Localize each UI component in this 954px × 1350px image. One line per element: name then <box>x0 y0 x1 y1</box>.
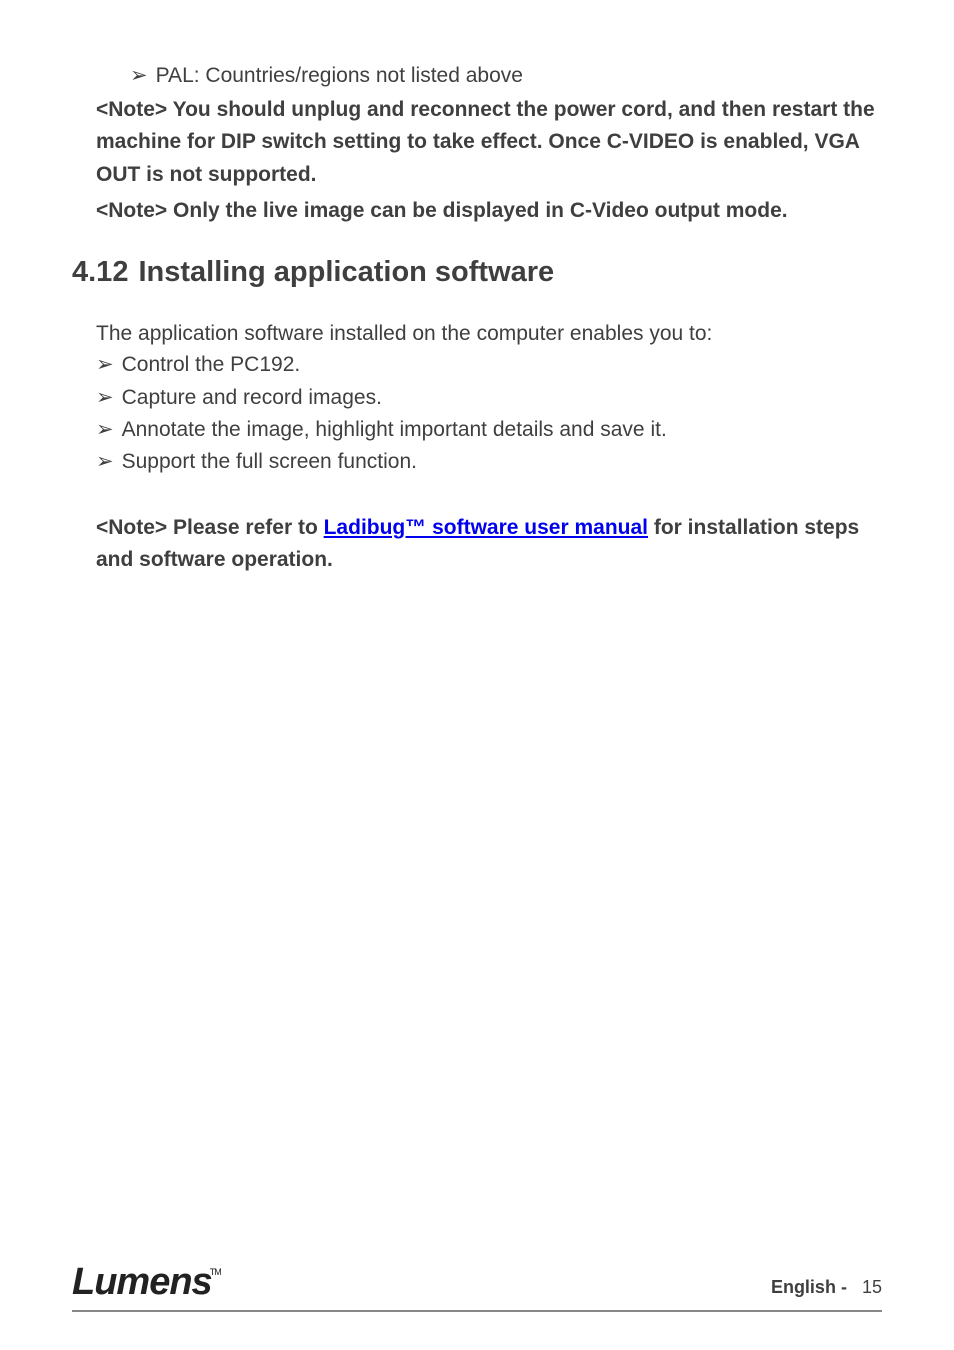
logo-tm: TM <box>210 1267 221 1277</box>
section-number: 4.12 <box>72 256 128 289</box>
bullet-marker: ➢ <box>130 60 148 92</box>
note-prefix: <Note> Please refer to <box>96 516 324 539</box>
lumens-logo: LumensTM <box>72 1261 223 1304</box>
bullet-item: ➢ Capture and record images. <box>96 383 882 413</box>
logo-text: Lumens <box>72 1261 212 1303</box>
section-title: Installing application software <box>138 256 554 289</box>
bullet-marker: ➢ <box>96 415 114 445</box>
bullet-text: Support the full screen function. <box>122 447 417 477</box>
page-number-value: 15 <box>862 1277 882 1297</box>
note-ladibug: <Note> Please refer to Ladibug™ software… <box>96 512 882 577</box>
bullet-text: Control the PC192. <box>122 350 301 380</box>
page-footer: LumensTM English - 15 <box>72 1261 882 1312</box>
section-heading: 4.12 Installing application software <box>72 256 882 289</box>
page-indicator: English - 15 <box>771 1277 882 1304</box>
ladibug-link[interactable]: Ladibug™ software user manual <box>324 516 648 539</box>
bullet-text: Annotate the image, highlight important … <box>122 415 667 445</box>
bullet-pal: ➢ PAL: Countries/regions not listed abov… <box>130 60 882 92</box>
bullet-item: ➢ Annotate the image, highlight importan… <box>96 415 882 445</box>
bullet-marker: ➢ <box>96 447 114 477</box>
bullet-text: Capture and record images. <box>122 383 382 413</box>
intro-text: The application software installed on th… <box>96 319 882 348</box>
page-number <box>852 1277 862 1297</box>
note-dip-switch: <Note> You should unplug and reconnect t… <box>96 94 882 192</box>
bullet-text: PAL: Countries/regions not listed above <box>156 60 523 92</box>
bullet-marker: ➢ <box>96 350 114 380</box>
footer-divider <box>72 1310 882 1312</box>
note-live-image: <Note> Only the live image can be displa… <box>96 195 882 228</box>
bullet-item: ➢ Support the full screen function. <box>96 447 882 477</box>
page-lang: English - <box>771 1277 847 1297</box>
bullet-marker: ➢ <box>96 383 114 413</box>
bullet-item: ➢ Control the PC192. <box>96 350 882 380</box>
